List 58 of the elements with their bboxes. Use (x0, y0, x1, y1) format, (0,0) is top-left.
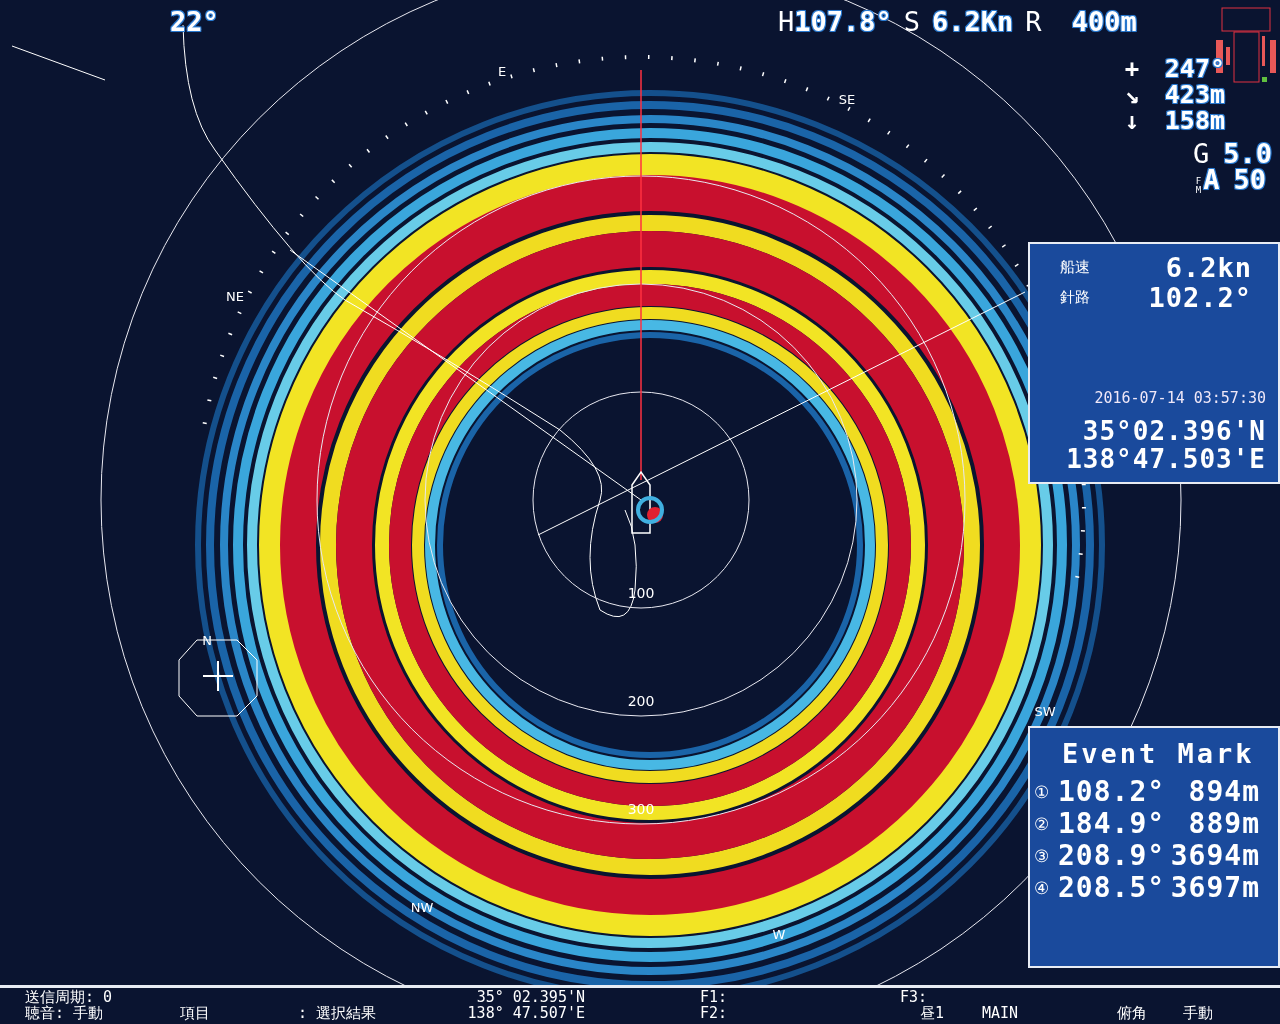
status-text: 手動 (1183, 1005, 1213, 1021)
heading-value: 107.8° (794, 8, 892, 35)
mode-mark: F (1195, 177, 1202, 186)
range-label: 100 (627, 585, 655, 601)
mark-bearing: 208.9° (1058, 839, 1166, 872)
nav-value: 102.2° (1147, 282, 1253, 313)
range-value: 400m (1071, 8, 1137, 35)
status-text: 俯角 (1117, 1005, 1147, 1021)
heading-label: H (778, 8, 795, 35)
timestamp: 2016-07-14 03:57:30 (1093, 388, 1266, 407)
target-value: 158m (1164, 108, 1225, 134)
target-symbol: + (1124, 56, 1141, 82)
latitude: 35°02.396'N (1081, 416, 1266, 446)
target-symbol: ↘ (1124, 82, 1141, 108)
mark-number: ② (1034, 813, 1050, 834)
nav-label: 船速 (1060, 258, 1091, 277)
mark-distance: 3694m (1169, 839, 1261, 872)
mark-number: ① (1034, 781, 1050, 802)
mark-bearing: 184.9° (1058, 807, 1166, 840)
mark-number: ④ (1034, 877, 1050, 898)
compass-label: SW (1034, 704, 1056, 719)
mark-number: ③ (1034, 845, 1050, 866)
status-text: MAIN (982, 1005, 1019, 1021)
panel-title: Event Mark (1061, 738, 1256, 769)
status-text: 昼1 (920, 1005, 945, 1021)
compass-label: NE (226, 289, 244, 304)
status-text: F1: (700, 989, 728, 1005)
bearing-readout: 22° (170, 8, 219, 35)
status-text: 送信周期: 0 (25, 989, 113, 1005)
status-text: F3: (900, 989, 928, 1005)
mark-distance: 3697m (1169, 871, 1261, 904)
mark-bearing: 208.5° (1058, 871, 1166, 904)
mode-mark: M (1195, 186, 1202, 195)
compass-label: N (202, 633, 212, 648)
range-label: R (1025, 8, 1042, 35)
speed-value: 6.2Kn (932, 8, 1014, 35)
nav-label: 針路 (1060, 288, 1091, 307)
range-label: 200 (627, 693, 655, 709)
ship-icon (631, 470, 664, 534)
mark-distance: 889m (1187, 807, 1261, 840)
status-text: : 選択結果 (298, 1005, 377, 1021)
target-value: 423m (1164, 82, 1225, 108)
longitude: 138°47.503'E (1065, 445, 1266, 474)
status-text: 35° 02.395'N (476, 989, 585, 1005)
mark-distance: 894m (1187, 775, 1261, 808)
status-text: 138° 47.507'E (467, 1005, 585, 1021)
status-text: F2: (700, 1005, 728, 1021)
status-text: 項目 (180, 1005, 210, 1021)
status-text: 聴音: 手動 (25, 1005, 104, 1021)
compass-label: SE (838, 92, 856, 107)
target-symbol: ↓ (1124, 108, 1141, 134)
range-label: 300 (627, 801, 655, 817)
speed-label: S (903, 8, 921, 35)
target-value: 247° (1164, 56, 1225, 82)
compass-label: W (772, 927, 786, 942)
compass-label: E (497, 64, 507, 79)
nav-value: 6.2kn (1164, 252, 1253, 283)
mark-bearing: 108.2° (1058, 775, 1166, 808)
